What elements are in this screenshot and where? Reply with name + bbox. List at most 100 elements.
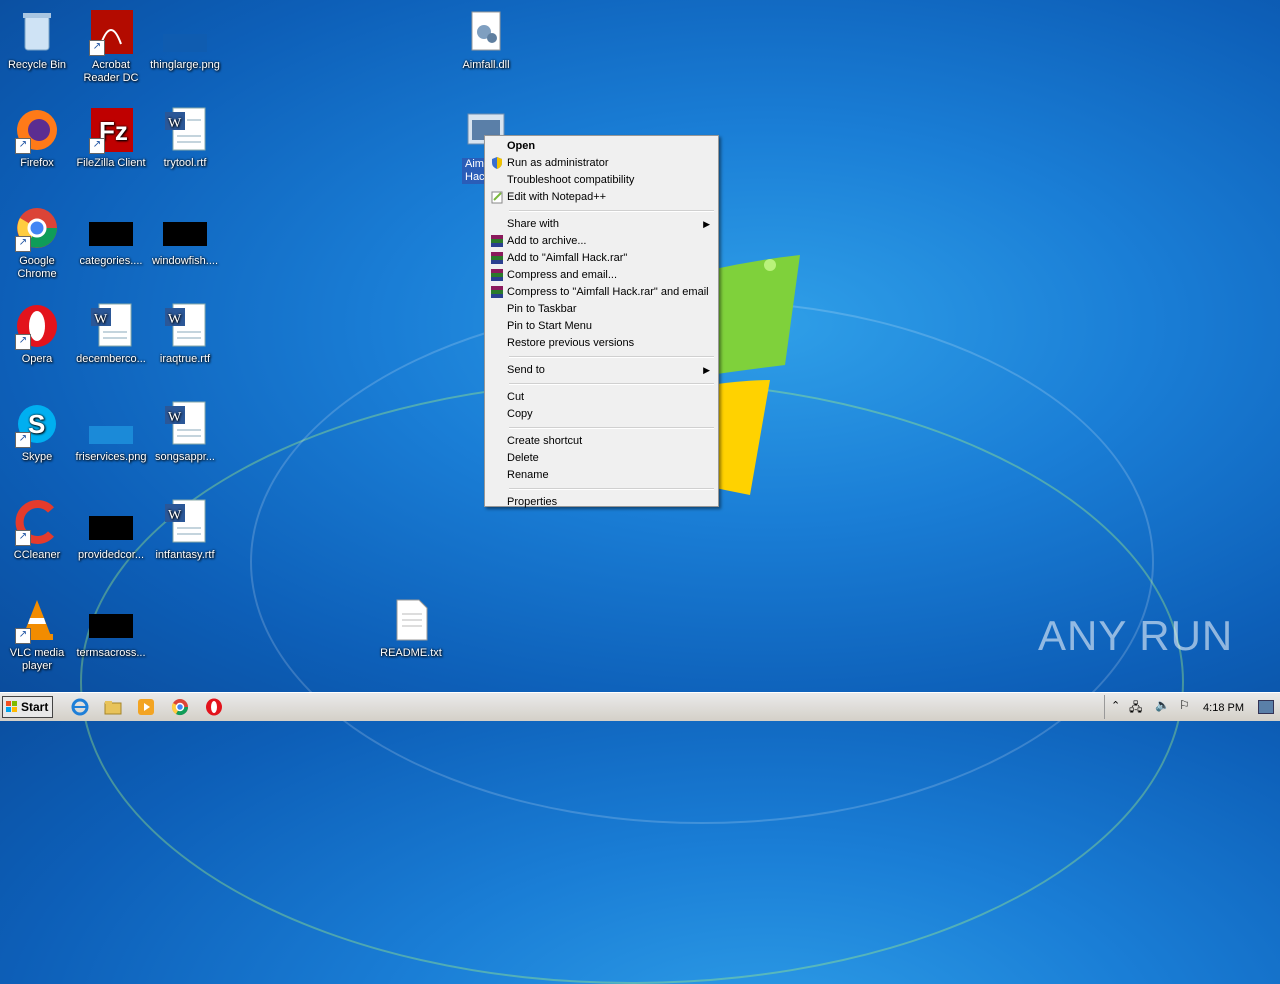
recycle-bin-icon [23, 13, 51, 51]
image-file-icon [89, 614, 133, 638]
windows-logo-icon [6, 701, 17, 712]
shortcut-arrow-icon: ↗ [15, 236, 31, 252]
media-player-icon[interactable] [136, 697, 156, 717]
explorer-icon[interactable] [103, 697, 123, 717]
start-label: Start [21, 700, 49, 714]
desktop-icon-providedcor[interactable]: providedcor... [74, 498, 148, 562]
desktop-icon-iraqtrue[interactable]: W iraqtrue.rtf [148, 302, 222, 366]
chrome-icon[interactable] [170, 697, 190, 717]
desktop-icon-friservices[interactable]: friservices.png [74, 400, 148, 464]
desktop-icon-label: Opera [21, 353, 53, 365]
desktop-icon-termsacross[interactable]: termsacross... [74, 596, 148, 660]
menu-item-label: Troubleshoot compatibility [507, 174, 635, 186]
desktop-icon-readme[interactable]: README.txt [374, 596, 448, 660]
dll-file-icon [471, 11, 501, 51]
desktop-icon-thinglarge[interactable]: thinglarge.png [148, 8, 222, 72]
desktop-icon-windowfish[interactable]: windowfish.... [148, 204, 222, 268]
desktop-icon-vlc[interactable]: ↗ VLC media player [0, 596, 74, 673]
menu-item-label: Cut [507, 391, 525, 403]
desktop-icon-chrome[interactable]: ↗ Google Chrome [0, 204, 74, 281]
svg-text:W: W [94, 312, 108, 327]
menu-item-compress-and-email[interactable]: Compress and email... [487, 267, 716, 284]
text-file-icon [396, 599, 428, 641]
menu-item-edit-with-notepadpp[interactable]: Edit with Notepad++ [487, 189, 716, 206]
volume-icon[interactable]: 🔈 [1155, 698, 1170, 712]
menu-item-compress-to-rar-and-email[interactable]: Compress to "Aimfall Hack.rar" and email [487, 284, 716, 301]
menu-item-troubleshoot-compatibility[interactable]: Troubleshoot compatibility [487, 172, 716, 189]
desktop-icon-songsappr[interactable]: W songsappr... [148, 400, 222, 464]
menu-item-label: Delete [507, 452, 539, 464]
desktop-icon-label: intfantasy.rtf [155, 549, 215, 561]
desktop-icon-categories[interactable]: categories.... [74, 204, 148, 268]
menu-item-label: Pin to Taskbar [507, 303, 577, 315]
notepadpp-icon [491, 191, 503, 204]
word-document-icon: W [91, 303, 132, 347]
desktop-icon-opera[interactable]: ↗ Opera [0, 302, 74, 366]
desktop-icon-label: termsacross... [76, 647, 146, 659]
desktop-icon-label: Firefox [20, 157, 54, 169]
desktop-icon-skype[interactable]: S ↗ Skype [0, 400, 74, 464]
desktop-icon-label: VLC media player [9, 647, 65, 672]
desktop-icon-acrobat-reader[interactable]: ↗ Acrobat Reader DC [74, 8, 148, 85]
desktop-icon-label: README.txt [380, 647, 442, 659]
anyrun-watermark: ANY RUN [1038, 612, 1234, 659]
internet-explorer-icon[interactable] [70, 697, 90, 717]
menu-separator [509, 383, 714, 385]
shield-icon [492, 157, 502, 169]
svg-text:W: W [168, 508, 182, 523]
menu-item-send-to[interactable]: Send to ▶ [487, 362, 716, 379]
desktop-icon-intfantasy[interactable]: W intfantasy.rtf [148, 498, 222, 562]
menu-item-open[interactable]: Open [487, 138, 716, 155]
menu-separator [509, 488, 714, 490]
desktop-icon-label: songsappr... [155, 451, 215, 463]
menu-item-pin-to-start-menu[interactable]: Pin to Start Menu [487, 318, 716, 335]
menu-item-delete[interactable]: Delete [487, 450, 716, 467]
desktop-icon-recycle-bin[interactable]: Recycle Bin [0, 8, 74, 72]
desktop-icon-decemberco[interactable]: W decemberco... [74, 302, 148, 366]
desktop-icon-aimfall-dll[interactable]: Aimfall.dll [449, 8, 523, 72]
word-document-icon: W [165, 303, 206, 347]
menu-item-label: Compress to "Aimfall Hack.rar" and email [507, 286, 709, 298]
desktop-icon-label: Recycle Bin [7, 59, 67, 71]
desktop-icon-ccleaner[interactable]: ↗ CCleaner [0, 498, 74, 562]
menu-item-add-to-archive[interactable]: Add to archive... [487, 233, 716, 250]
menu-item-copy[interactable]: Copy [487, 406, 716, 423]
desktop-icon-label: windowfish.... [151, 255, 219, 267]
show-desktop-button[interactable] [1258, 700, 1274, 714]
menu-item-label: Share with [507, 218, 559, 230]
submenu-arrow-icon: ▶ [703, 365, 710, 375]
menu-item-rename[interactable]: Rename [487, 467, 716, 484]
menu-item-label: Pin to Start Menu [507, 320, 592, 332]
desktop-icon-label: iraqtrue.rtf [159, 353, 211, 365]
menu-item-label: Rename [507, 469, 549, 481]
winrar-icon [491, 286, 503, 298]
menu-item-restore-previous-versions[interactable]: Restore previous versions [487, 335, 716, 352]
menu-item-run-as-administrator[interactable]: Run as administrator [487, 155, 716, 172]
svg-text:W: W [168, 116, 182, 131]
start-button[interactable]: Start [2, 696, 53, 718]
network-icon[interactable]: 🖧 [1129, 698, 1142, 719]
word-document-icon: W [165, 401, 206, 445]
desktop-icon-trytool[interactable]: W trytool.rtf [148, 106, 222, 170]
menu-item-properties[interactable]: Properties [487, 494, 716, 511]
menu-item-share-with[interactable]: Share with ▶ [487, 216, 716, 233]
desktop-icon-filezilla[interactable]: Fz ↗ FileZilla Client [74, 106, 148, 170]
desktop-icon-firefox[interactable]: ↗ Firefox [0, 106, 74, 170]
menu-item-pin-to-taskbar[interactable]: Pin to Taskbar [487, 301, 716, 318]
menu-item-create-shortcut[interactable]: Create shortcut [487, 433, 716, 450]
desktop-icon-label: decemberco... [76, 353, 146, 365]
menu-item-label: Add to "Aimfall Hack.rar" [507, 252, 628, 264]
show-hidden-icons-icon[interactable]: ⌃ [1111, 699, 1120, 712]
menu-item-label: Copy [507, 408, 533, 420]
menu-item-label: Add to archive... [507, 235, 587, 247]
image-file-icon [89, 222, 133, 246]
menu-item-add-to-rar[interactable]: Add to "Aimfall Hack.rar" [487, 250, 716, 267]
desktop-icon-label: thinglarge.png [150, 59, 220, 71]
word-document-icon: W [165, 499, 206, 543]
image-file-icon [89, 426, 133, 444]
clock[interactable]: 4:18 PM [1203, 702, 1244, 714]
menu-item-label: Create shortcut [507, 435, 583, 447]
opera-icon[interactable] [204, 697, 224, 717]
action-center-flag-icon[interactable]: ⚐ [1179, 698, 1190, 712]
menu-item-cut[interactable]: Cut [487, 389, 716, 406]
